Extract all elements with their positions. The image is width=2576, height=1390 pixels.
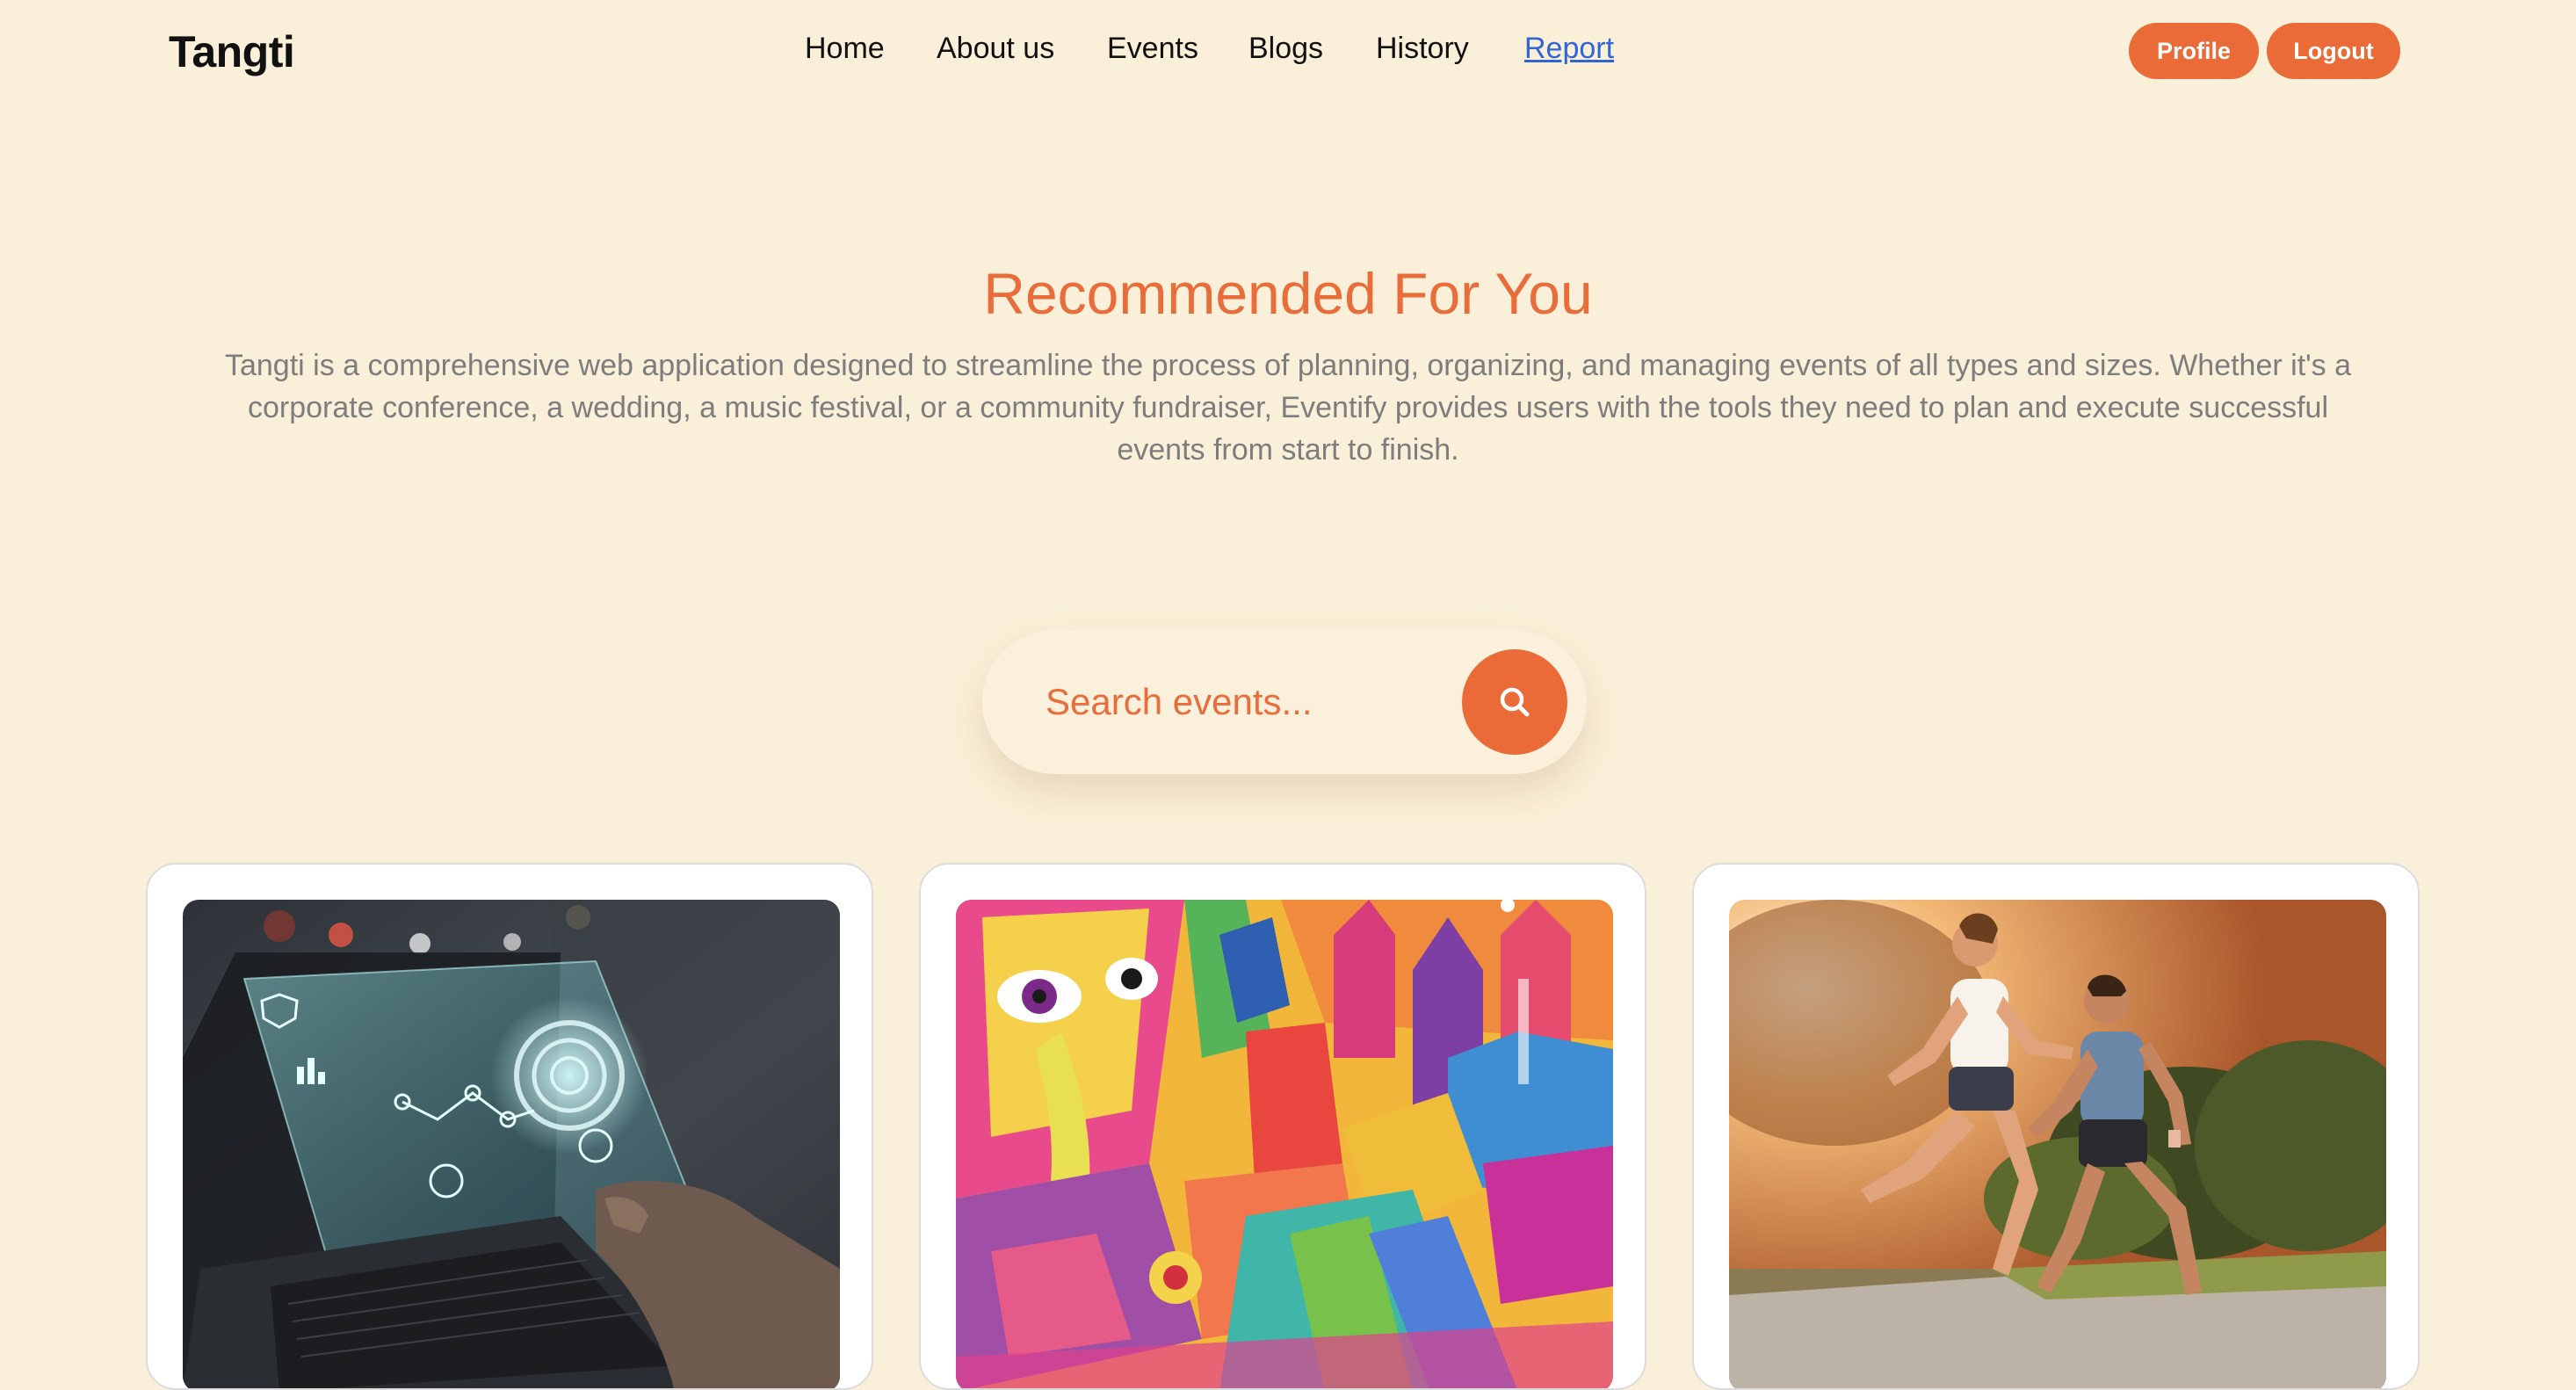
search-input[interactable] [1044, 670, 1451, 734]
nav-item-events[interactable]: Events [1107, 32, 1198, 66]
event-card[interactable] [919, 863, 1646, 1390]
laptop-technology-photo[interactable] [183, 900, 840, 1388]
colorful-indian-art-photo[interactable] [956, 900, 1613, 1388]
nav-item-history[interactable]: History [1376, 32, 1469, 66]
event-card[interactable] [146, 863, 873, 1390]
hero-description: Tangti is a comprehensive web applicatio… [224, 349, 2351, 467]
search-button[interactable] [1462, 649, 1567, 755]
nav-item-home[interactable]: Home [805, 32, 885, 66]
event-cards [0, 863, 2576, 1390]
logout-button[interactable]: Logout [2267, 23, 2400, 79]
profile-button[interactable]: Profile [2129, 23, 2259, 79]
nav-item-about-us[interactable]: About us [937, 32, 1054, 66]
event-card[interactable] [1692, 863, 2420, 1390]
top-navbar: Tangti Home About us Events Blogs Histor… [0, 0, 2576, 105]
nav-item-blogs[interactable]: Blogs [1248, 32, 1323, 66]
nav-item-report[interactable]: Report [1524, 32, 1614, 66]
page-title: Recommended For You [983, 261, 1593, 326]
runners-park-photo[interactable] [1729, 900, 2386, 1388]
search-bar [982, 630, 1587, 774]
search-icon [1500, 687, 1530, 717]
